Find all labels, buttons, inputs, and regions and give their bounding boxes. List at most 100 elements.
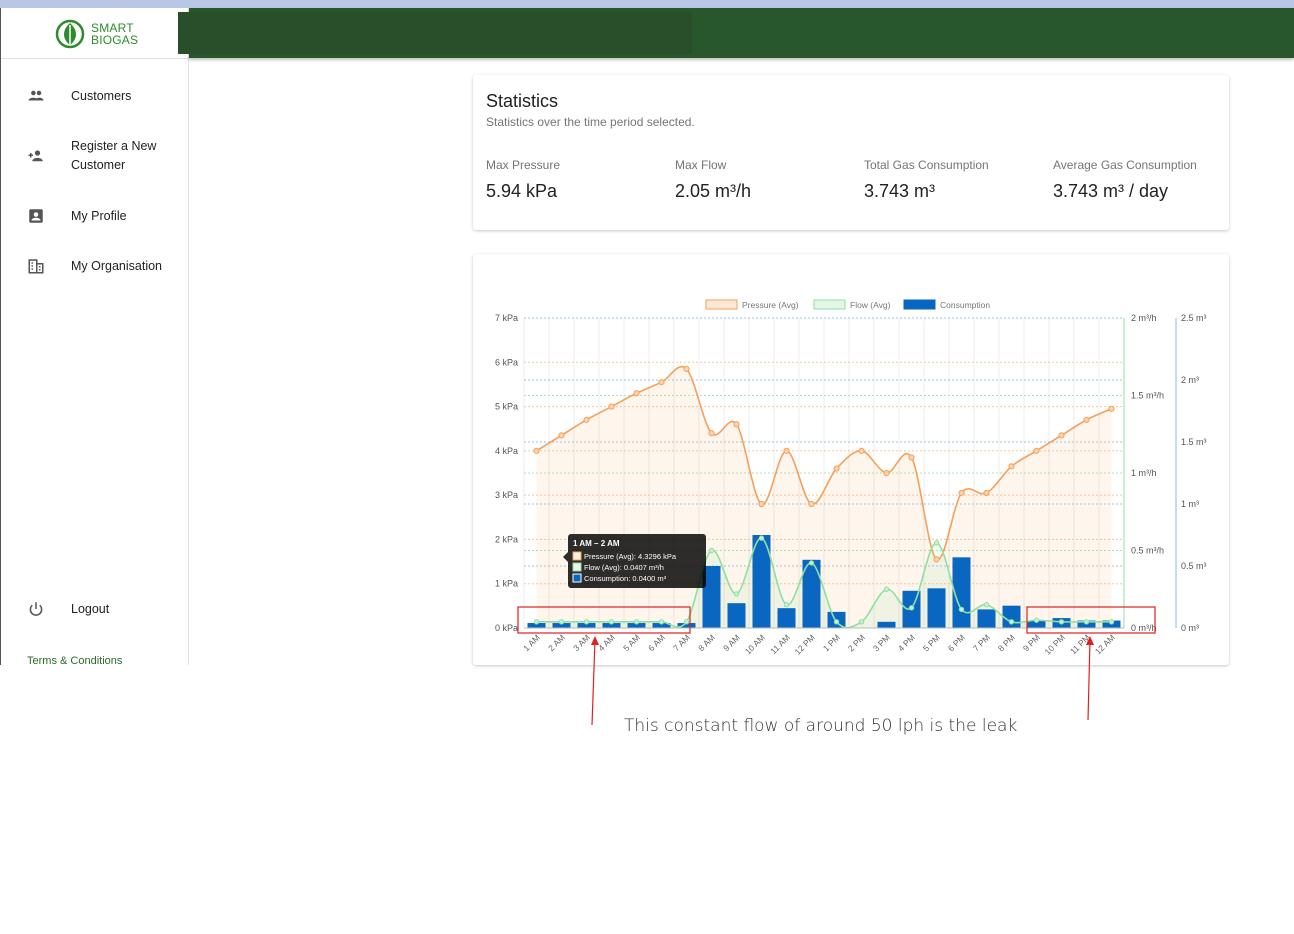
x-tick-label: 5 PM [921, 632, 942, 653]
legend-label[interactable]: Consumption [940, 300, 990, 310]
flow-point[interactable] [558, 619, 565, 625]
pressure-point[interactable] [1058, 432, 1065, 439]
pressure-tick-label: 5 kPa [495, 402, 518, 412]
flow-point[interactable] [1108, 619, 1115, 625]
pressure-point[interactable] [683, 365, 690, 373]
pressure-point[interactable] [1033, 447, 1040, 454]
pressure-point[interactable] [783, 447, 790, 454]
flow-point[interactable] [633, 619, 640, 625]
pressure-point[interactable] [708, 430, 715, 437]
x-tick-label: 8 PM [996, 632, 1017, 653]
consumption-bar[interactable] [777, 608, 796, 628]
x-tick-label: 2 AM [546, 632, 567, 653]
x-tick-label: 8 AM [696, 632, 717, 653]
x-tick-label: 2 PM [846, 632, 867, 653]
pressure-point[interactable] [883, 469, 890, 477]
consumption-tick-label: 1 m³ [1181, 499, 1199, 509]
pressure-point[interactable] [1083, 416, 1090, 423]
x-tick-label: 9 AM [721, 632, 742, 653]
pressure-tick-label: 2 kPa [495, 534, 518, 544]
flow-point[interactable] [1008, 619, 1015, 625]
pressure-point[interactable] [633, 390, 640, 397]
flow-point[interactable] [758, 535, 765, 541]
pressure-point[interactable] [533, 447, 540, 454]
flow-point[interactable] [533, 619, 540, 625]
flow-point[interactable] [808, 560, 815, 566]
pressure-point[interactable] [758, 500, 765, 508]
pressure-point[interactable] [833, 465, 840, 472]
tooltip-line-pressure: Pressure (Avg): 4.3296 kPa [584, 552, 677, 561]
flow-point[interactable] [833, 619, 840, 625]
tooltip-line-consumption: Consumption: 0.0400 m³ [584, 574, 667, 583]
x-tick-label: 10 AM [743, 632, 767, 656]
consumption-bar[interactable] [877, 621, 896, 628]
x-tick-label: 10 PM [1042, 632, 1066, 656]
chart-legend[interactable]: Pressure (Avg) Flow (Avg) Consumption [705, 299, 990, 310]
x-tick-label: 4 PM [896, 632, 917, 653]
legend-swatch[interactable] [813, 299, 846, 310]
flow-tick-label: 0 m³/h [1131, 623, 1157, 633]
flow-point[interactable] [658, 619, 665, 625]
flow-point[interactable] [933, 540, 940, 546]
x-tick-label: 4 AM [596, 632, 617, 653]
flow-point[interactable] [908, 605, 915, 611]
pressure-point[interactable] [983, 489, 990, 497]
pressure-point[interactable] [583, 416, 590, 423]
pressure-point[interactable] [858, 447, 865, 454]
flow-point[interactable] [683, 619, 690, 625]
arrow-head-left [591, 636, 599, 645]
pressure-point[interactable] [558, 432, 565, 439]
consumption-bar[interactable] [1002, 605, 1021, 628]
x-tick-label: 6 PM [946, 632, 967, 653]
flow-point[interactable] [958, 606, 965, 613]
x-tick-label: 1 PM [821, 632, 842, 653]
flow-tick-label: 1.5 m³/h [1131, 391, 1164, 401]
pressure-point[interactable] [808, 500, 815, 508]
legend-swatch[interactable] [705, 299, 738, 310]
consumption-tick-label: 1.5 m³ [1181, 437, 1207, 447]
flow-point[interactable] [783, 602, 790, 608]
pressure-tick-label: 1 kPa [495, 579, 518, 589]
pressure-point[interactable] [608, 403, 615, 410]
pressure-tick-label: 4 kPa [495, 446, 518, 456]
pressure-point[interactable] [958, 489, 965, 497]
consumption-tick-label: 2 m³ [1181, 375, 1199, 385]
pressure-point[interactable] [1008, 463, 1015, 470]
pressure-point[interactable] [1108, 405, 1115, 412]
x-tick-label: 3 PM [871, 632, 892, 653]
consumption-tick-label: 0 m³ [1181, 623, 1199, 633]
gas-chart[interactable]: 0 kPa 1 kPa 2 kPa 3 kPa 4 kPa 5 kPa 6 kPa 7 kPa… [0, 0, 1294, 934]
leak-annotation: This constant flow of around 50 lph is t… [624, 716, 1018, 736]
flow-point[interactable] [983, 602, 990, 608]
pressure-tick-label: 0 kPa [495, 623, 518, 633]
tooltip-title: 1 AM – 2 AM [573, 539, 620, 548]
consumption-bar[interactable] [927, 588, 946, 628]
pressure-point[interactable] [933, 556, 940, 563]
consumption-bar[interactable] [977, 609, 996, 628]
pressure-point[interactable] [658, 379, 665, 386]
arrow-line-right [1087, 639, 1091, 721]
flow-point[interactable] [733, 591, 740, 597]
consumption-bar[interactable] [727, 603, 746, 628]
flow-point[interactable] [608, 619, 615, 625]
pressure-point[interactable] [733, 421, 740, 428]
x-tick-label: 9 PM [1021, 632, 1042, 653]
tooltip-line-flow: Flow (Avg): 0.0407 m³/h [584, 563, 664, 572]
pressure-point[interactable] [908, 454, 915, 461]
flow-tick-label: 0.5 m³/h [1131, 546, 1164, 556]
chart-tooltip: 1 AM – 2 AM Pressure (Avg): 4.3296 kPa F… [563, 534, 706, 588]
flow-point[interactable] [708, 547, 715, 554]
pressure-tick-label: 6 kPa [495, 357, 518, 367]
pressure-tick-label: 3 kPa [495, 490, 518, 500]
flow-point[interactable] [1033, 617, 1040, 623]
arrow-line-left [591, 639, 596, 726]
flow-point[interactable] [1083, 619, 1090, 625]
flow-point[interactable] [883, 586, 890, 592]
legend-label[interactable]: Pressure (Avg) [742, 300, 799, 310]
x-tick-label: 1 AM [521, 632, 542, 653]
flow-point[interactable] [1058, 619, 1065, 625]
legend-swatch[interactable] [903, 299, 936, 310]
flow-point[interactable] [858, 619, 865, 625]
legend-label[interactable]: Flow (Avg) [850, 300, 891, 310]
flow-point[interactable] [583, 619, 590, 625]
